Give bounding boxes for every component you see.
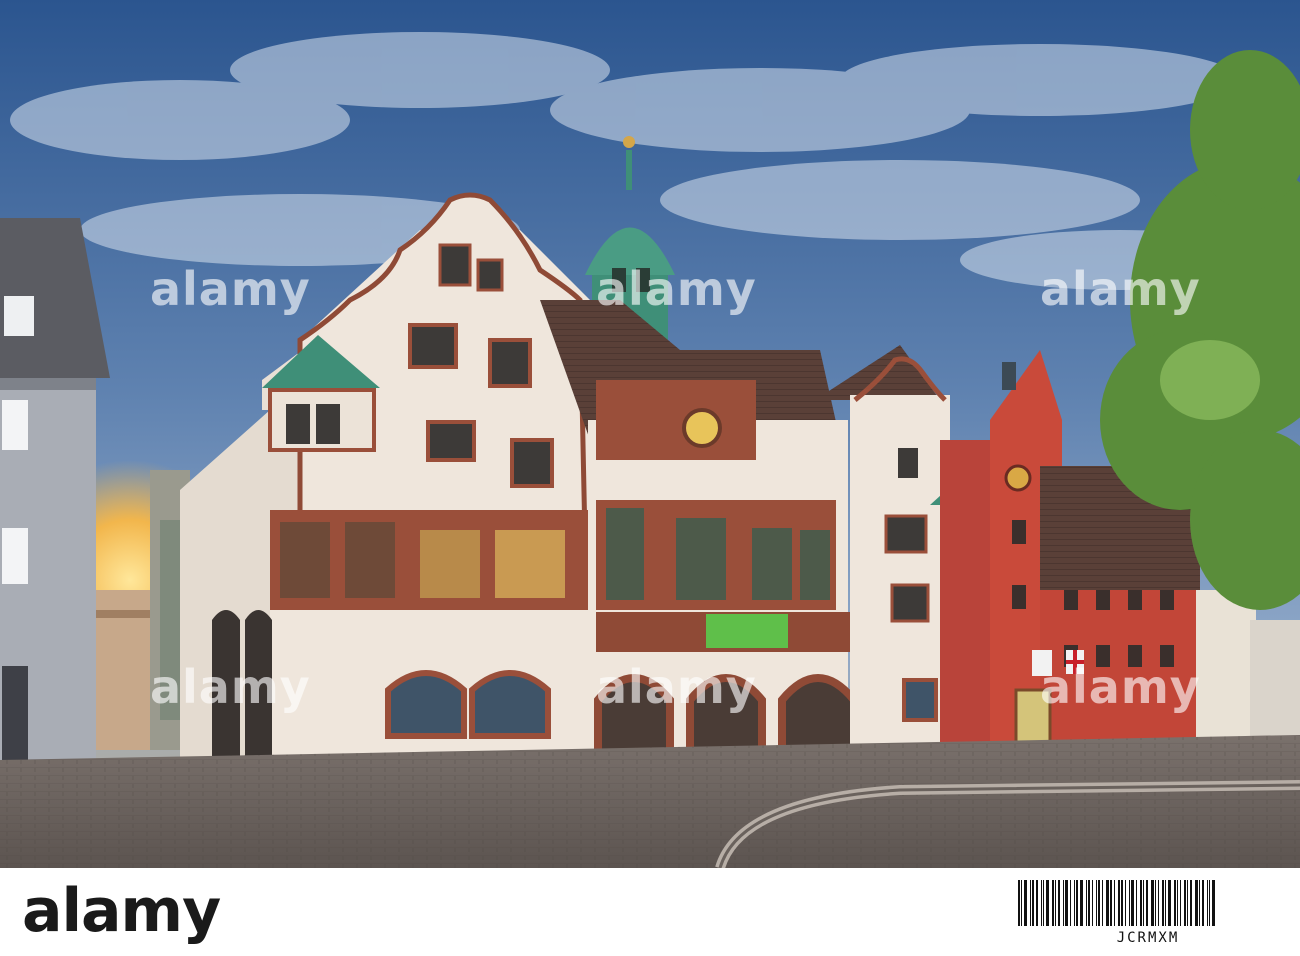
barcode-bar (1096, 880, 1097, 926)
barcode-bar (1041, 880, 1042, 926)
barcode-bar (1055, 880, 1056, 926)
barcode-bar (1092, 880, 1093, 926)
barcode-bar (1143, 880, 1144, 926)
barcode-bar (1190, 880, 1192, 926)
barcode-bar (1125, 880, 1126, 926)
barcode-bar (1199, 880, 1200, 926)
town-hall-illustration (0, 0, 1300, 868)
barcode-bar (1076, 880, 1078, 926)
barcode-bar (1118, 880, 1120, 926)
photo-scene: alamy alamy alamy alamy alamy alamy (0, 0, 1300, 868)
barcode (1018, 880, 1278, 926)
barcode-bar (1065, 880, 1068, 926)
barcode-bar (1032, 880, 1034, 926)
left-grey-building (0, 218, 110, 778)
barcode-bar (1030, 880, 1031, 926)
barcode-bar (1074, 880, 1075, 926)
town-hall-center (540, 300, 868, 780)
barcode-bar (1184, 880, 1186, 926)
footer-bar: alamy JCRMXM (0, 868, 1300, 956)
barcode-bar (1129, 880, 1130, 926)
barcode-bar (1063, 880, 1064, 926)
barcode-bar (1212, 880, 1215, 926)
barcode-bar (1052, 880, 1054, 926)
image-id: JCRMXM (1116, 930, 1180, 946)
barcode-bar (1136, 880, 1137, 926)
barcode-bar (1036, 880, 1038, 926)
barcode-bar (1098, 880, 1100, 926)
barcode-bar (1088, 880, 1090, 926)
barcode-bar (1151, 880, 1154, 926)
barcode-bar (1168, 880, 1171, 926)
barcode-bar (1121, 880, 1123, 926)
barcode-bar (1058, 880, 1060, 926)
barcode-bar (1146, 880, 1148, 926)
barcode-bar (1070, 880, 1071, 926)
barcode-bar (1209, 880, 1210, 926)
barcode-bar (1177, 880, 1178, 926)
barcode-bar (1114, 880, 1115, 926)
barcode-bar (1174, 880, 1176, 926)
barcode-bar (1140, 880, 1142, 926)
barcode-bar (1018, 880, 1020, 926)
barcode-bar (1043, 880, 1044, 926)
barcode-bar (1158, 880, 1159, 926)
barcode-bar (1024, 880, 1027, 926)
barcode-bar (1080, 880, 1083, 926)
barcode-bar (1110, 880, 1112, 926)
barcode-bar (1131, 880, 1134, 926)
barcode-bar (1180, 880, 1181, 926)
barcode-bar (1106, 880, 1109, 926)
alamy-logo: alamy (22, 876, 221, 946)
barcode-bar (1162, 880, 1164, 926)
barcode-bar (1165, 880, 1166, 926)
barcode-bar (1187, 880, 1188, 926)
barcode-bar (1202, 880, 1204, 926)
barcode-bar (1086, 880, 1087, 926)
barcode-bar (1046, 880, 1049, 926)
barcode-bar (1021, 880, 1022, 926)
barcode-bar (1195, 880, 1198, 926)
barcode-bar (1102, 880, 1103, 926)
clock-face (682, 408, 722, 448)
green-sign (706, 614, 788, 648)
barcode-bar (1155, 880, 1156, 926)
barcode-bar (1207, 880, 1208, 926)
